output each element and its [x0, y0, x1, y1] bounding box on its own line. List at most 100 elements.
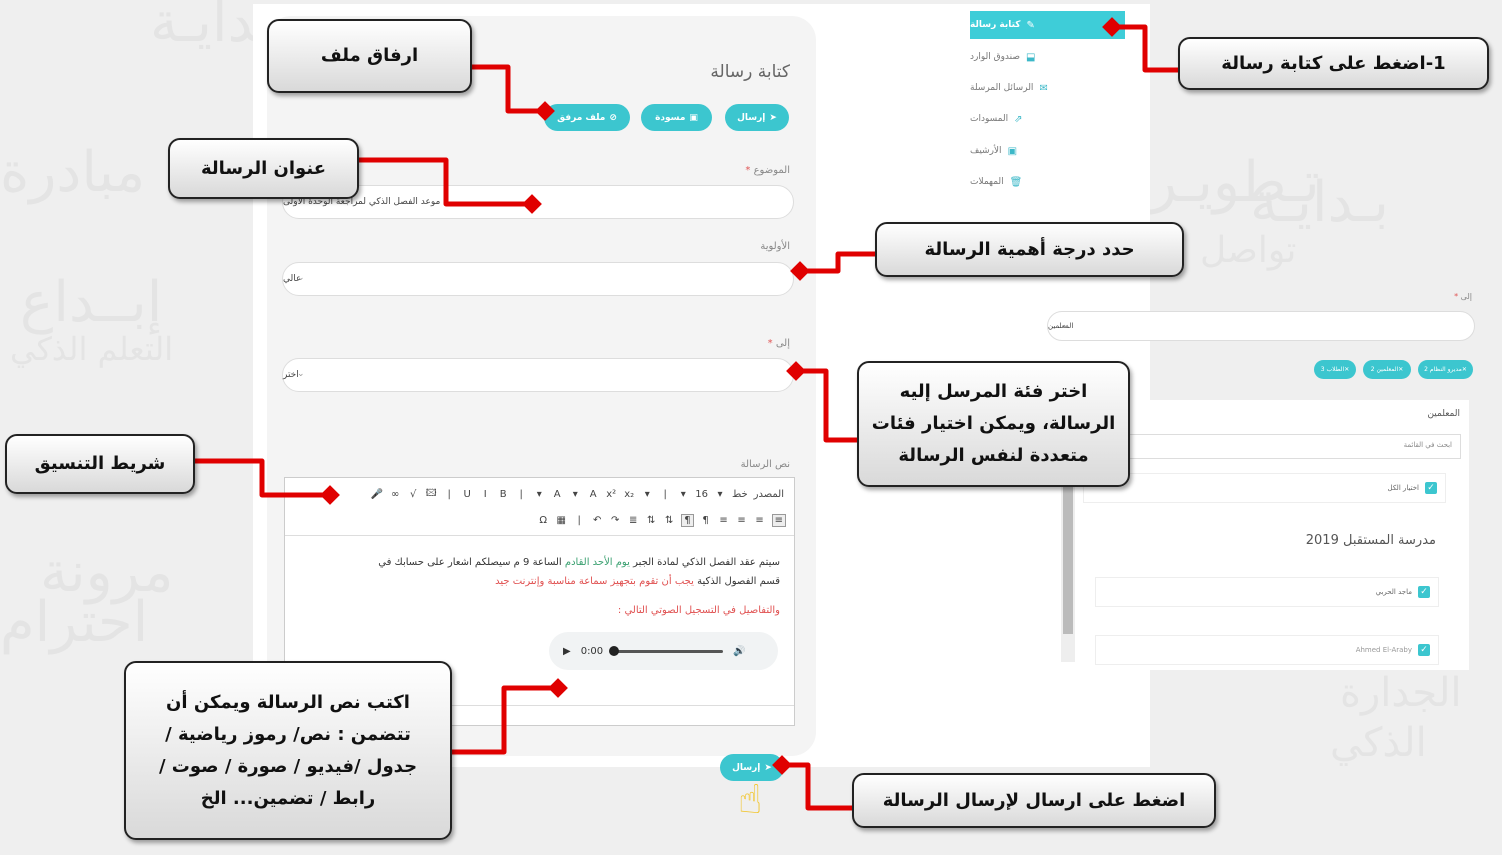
callout-priority: حدد درجة أهمية الرسالة — [875, 222, 1184, 277]
recipient-tag[interactable]: ✕ المعلمين 2 — [1363, 360, 1411, 379]
audio-progress-track[interactable] — [609, 645, 724, 656]
toolbar-divider — [285, 535, 794, 536]
toolbar-button[interactable]: x² — [605, 489, 617, 500]
background-word: احترام — [0, 590, 149, 655]
select-all-row[interactable]: اختيار الكل ✓ — [1083, 473, 1446, 503]
toolbar-button[interactable]: ≣ — [627, 515, 639, 526]
toolbar-button[interactable]: ¶ — [681, 513, 694, 527]
callout-recipients: اختر فئة المرسل إليه الرسالة، ويمكن اختي… — [857, 361, 1130, 487]
toolbar-button[interactable]: ⇅ — [663, 515, 675, 526]
play-icon[interactable]: ▶ — [563, 646, 571, 657]
page-title: كتابة رسالة — [710, 62, 790, 82]
toolbar-button[interactable]: A — [551, 489, 563, 500]
sidebar-item-archive[interactable]: ▣ الأرشيف — [970, 137, 1125, 165]
toolbar-button[interactable]: ▾ — [677, 489, 689, 500]
sidebar-item-inbox[interactable]: ⬓ صندوق الوارد — [970, 43, 1125, 71]
toolbar-button[interactable]: ≡ — [718, 515, 730, 526]
external-link-icon: ⇗ — [1014, 113, 1023, 125]
toolbar-button[interactable]: ≡ — [771, 513, 786, 527]
toolbar-button[interactable]: 🖾 — [425, 486, 437, 503]
subject-label: الموضوع * — [745, 165, 790, 176]
paperclip-icon: ⊘ — [609, 112, 617, 123]
toolbar-button[interactable]: ¶ — [700, 515, 712, 526]
archive-icon: ▣ — [1007, 145, 1018, 157]
paper-plane-icon: ➤ — [764, 762, 772, 773]
chevron-down-icon: ⌄ — [297, 369, 305, 379]
recipients-section-title: المعلمين — [1427, 409, 1460, 419]
audio-progress-thumb[interactable] — [609, 645, 620, 656]
toolbar-button[interactable]: U — [461, 489, 473, 500]
callout-toolbar: شريط التنسيق — [5, 434, 195, 494]
toolbar-button[interactable]: المصدر — [754, 489, 784, 500]
checkbox-checked-icon: ✓ — [1418, 644, 1430, 656]
sidebar-item-drafts[interactable]: ⇗ المسودات — [970, 105, 1125, 133]
recipient-tag[interactable]: ✕ الطلاب 3 — [1314, 360, 1356, 379]
callout-message-body: اكتب نص الرسالة ويمكن أن تتضمن : نص/ رمو… — [124, 661, 452, 840]
subject-input[interactable]: موعد الفصل الذكي لمراجعة الوحدة الأولى — [282, 185, 794, 219]
callout-subject: عنوان الرسالة — [168, 138, 359, 199]
background-word: إبــداع — [20, 270, 163, 335]
checkbox-checked-icon: ✓ — [1418, 586, 1430, 598]
attach-file-button[interactable]: ⊘ ملف مرفق — [544, 104, 630, 131]
toolbar-button[interactable]: خط — [732, 489, 748, 500]
sidebar-item-sent[interactable]: ✉ الرسائل المرسلة — [970, 74, 1125, 102]
toolbar-button[interactable]: ▾ — [714, 489, 726, 500]
toolbar-button[interactable]: ⇅ — [645, 515, 657, 526]
sidebar-item-trash[interactable]: 🗑 المهملات — [970, 168, 1125, 196]
toolbar-button[interactable]: ▾ — [533, 489, 545, 500]
toolbar-button[interactable]: A — [587, 489, 599, 500]
toolbar-button[interactable]: B — [497, 489, 509, 500]
toolbar-button: | — [447, 488, 451, 500]
toolbar-button[interactable]: I — [479, 489, 491, 500]
toolbar-button[interactable]: ≡ — [736, 515, 748, 526]
format-toolbar-row-2: ≡ ≡ ≡ ≡ ¶ ¶ ⇅ ⇅ ≣ ↷ ↶ | ▦ Ω — [510, 510, 786, 530]
callout-send: اضغط على ارسال لإرسال الرسالة — [852, 773, 1216, 828]
pointing-hand-icon: ☝ — [738, 777, 763, 823]
recipients-select[interactable]: ⌄ المعلمين — [1047, 311, 1475, 341]
audio-player[interactable]: ▶ 0:00 🔊 — [549, 632, 778, 670]
draft-button[interactable]: ▣ مسودة — [641, 104, 712, 131]
toolbar-button[interactable]: x₂ — [623, 489, 635, 500]
recipient-tag[interactable]: ✕ مديرو النظام 2 — [1418, 360, 1473, 379]
background-word: التعلم الذكي — [10, 330, 174, 368]
toolbar-button[interactable]: 16 — [695, 489, 708, 500]
toolbar-button[interactable]: ≡ — [754, 515, 766, 526]
paper-plane-icon: ➤ — [769, 112, 777, 123]
checkbox-checked-icon: ✓ — [1425, 482, 1437, 494]
toolbar-button[interactable]: ▾ — [641, 489, 653, 500]
envelope-icon: ✉ — [1039, 82, 1048, 94]
toolbar-button[interactable]: ▦ — [555, 515, 567, 526]
toolbar-button[interactable]: √ — [407, 489, 419, 500]
priority-label: الأولوية — [760, 241, 790, 252]
recipient-row[interactable]: Ahmed El-Araby ✓ — [1095, 635, 1439, 665]
save-icon: ▣ — [689, 112, 698, 123]
callout-attach-file: ارفاق ملف — [267, 19, 472, 93]
toolbar-button[interactable]: ∞ — [389, 489, 401, 500]
background-word: الذكي — [1330, 720, 1427, 766]
volume-icon[interactable]: 🔊 — [733, 646, 745, 657]
chevron-down-icon: ⌄ — [1062, 320, 1070, 330]
format-toolbar-row-1: المصدر خط ▾ 16 ▾ | ▾ x₂ x² A ▾ A ▾ | B I U | 🖾 √ ∞ 🎤 — [336, 484, 784, 504]
message-body-text[interactable]: سيتم عقد الفصل الذكي لمادة الجبر يوم الأ… — [300, 553, 780, 620]
toolbar-button[interactable]: ▾ — [569, 489, 581, 500]
recipient-select[interactable]: ⌄ اختر — [282, 358, 794, 392]
to-label: إلى * — [767, 338, 790, 349]
toolbar-button[interactable]: ↷ — [609, 515, 621, 526]
toolbar-button: | — [663, 488, 667, 500]
toolbar-button[interactable]: Ω — [537, 515, 549, 526]
background-word: تواصل — [1200, 230, 1297, 271]
inbox-icon: ⬓ — [1026, 51, 1036, 63]
recipient-row[interactable]: ماجد الحربي ✓ — [1095, 577, 1439, 607]
toolbar-button: | — [577, 514, 581, 526]
send-button[interactable]: ➤ إرسال — [725, 104, 789, 131]
background-word: بـدايـة — [1250, 170, 1389, 235]
toolbar-button[interactable]: ↶ — [591, 515, 603, 526]
priority-select[interactable]: ⌄ عالي — [282, 262, 794, 296]
sidebar-item-compose[interactable]: ✎ كتابة رسالة — [970, 11, 1125, 39]
scrollbar[interactable] — [1061, 462, 1075, 662]
body-label: نص الرسالة — [740, 459, 790, 470]
toolbar-button[interactable]: 🎤 — [371, 489, 383, 500]
callout-compose: 1-اضغط على كتابة رسالة — [1178, 37, 1489, 90]
recipients-to-label: إلى * — [1454, 292, 1472, 301]
pencil-icon: ✎ — [1026, 19, 1035, 31]
